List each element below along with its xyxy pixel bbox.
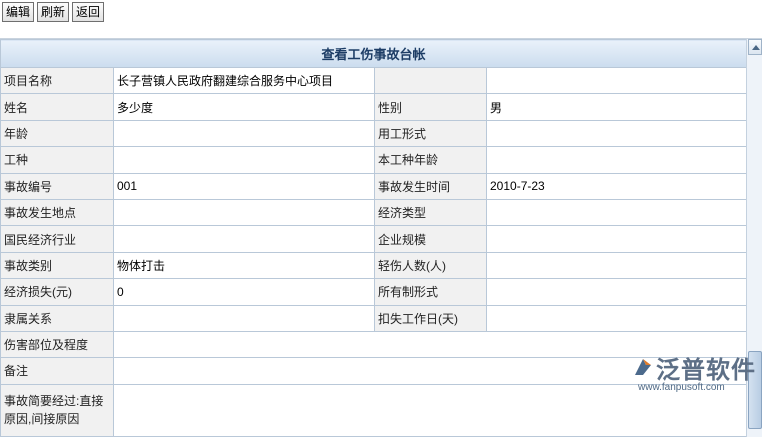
field-value bbox=[485, 146, 748, 174]
field-value bbox=[485, 198, 748, 227]
form-row: 经济损失(元) 0 所有制形式 bbox=[0, 278, 748, 306]
form-row: 隶属关系 扣失工作日(天) bbox=[0, 304, 748, 332]
field-value bbox=[113, 304, 375, 332]
field-value bbox=[485, 119, 748, 148]
field-value bbox=[485, 278, 748, 306]
field-label: 事故类别 bbox=[0, 251, 114, 280]
field-label: 工种 bbox=[0, 146, 114, 174]
field-label: 经济损失(元) bbox=[0, 278, 114, 306]
form-row: 姓名 多少度 性别男 bbox=[0, 93, 748, 121]
field-value: 物体打击 bbox=[113, 251, 375, 280]
scroll-up-arrow-icon[interactable] bbox=[748, 39, 762, 55]
form-row: 年龄 用工形式 bbox=[0, 119, 748, 148]
field-label: 国民经济行业 bbox=[0, 225, 114, 253]
field-label: 所有制形式 bbox=[374, 278, 487, 306]
field-value bbox=[113, 225, 375, 253]
field-label: 事故发生地点 bbox=[0, 198, 114, 227]
field-value: 001 bbox=[113, 172, 375, 200]
form-row: 国民经济行业 企业规模 bbox=[0, 225, 748, 253]
field-value: 长子营镇人民政府翻建综合服务中心项目 bbox=[113, 66, 375, 95]
field-label: 扣失工作日(天) bbox=[374, 304, 487, 332]
form-row: 事故类别 物体打击 轻伤人数(人) bbox=[0, 251, 748, 280]
field-value bbox=[485, 225, 748, 253]
field-label: 经济类型 bbox=[374, 198, 487, 227]
field-label: 性别 bbox=[374, 93, 487, 121]
accident-summary-label: 事故简要经过:直接原因,间接原因 bbox=[0, 383, 114, 437]
field-label: 企业规模 bbox=[374, 225, 487, 253]
logo-mark-icon bbox=[635, 359, 651, 375]
logo-url: www.fanpusoft.com bbox=[638, 382, 725, 393]
field-label: 用工形式 bbox=[374, 119, 487, 148]
field-value: 0 bbox=[113, 278, 375, 306]
field-label: 本工种年龄 bbox=[374, 146, 487, 174]
field-value bbox=[113, 198, 375, 227]
field-value bbox=[485, 304, 748, 332]
field-label: 事故发生时间 bbox=[374, 172, 487, 200]
form-row: 事故编号 001 事故发生时间 2010-7-23 bbox=[0, 172, 748, 200]
form-row: 事故发生地点 经济类型 bbox=[0, 198, 748, 227]
field-label bbox=[374, 66, 487, 95]
edit-button[interactable]: 编辑 bbox=[2, 2, 35, 22]
field-label: 轻伤人数(人) bbox=[374, 251, 487, 280]
field-value: 男 bbox=[485, 93, 748, 121]
field-label: 年龄 bbox=[0, 119, 114, 148]
form-title: 查看工伤事故台帐 bbox=[0, 39, 748, 68]
refresh-button[interactable]: 刷新 bbox=[37, 2, 70, 22]
field-value: 2010-7-23 bbox=[485, 172, 748, 200]
field-value bbox=[113, 146, 375, 174]
field-value bbox=[113, 119, 375, 148]
form-row: 工种 本工种年龄 bbox=[0, 146, 748, 174]
field-label: 项目名称 bbox=[0, 66, 114, 95]
field-label: 姓名 bbox=[0, 93, 114, 121]
injury-extent-label: 伤害部位及程度 bbox=[0, 330, 114, 359]
toolbar: 编辑 刷新 返回 bbox=[0, 0, 762, 26]
back-button[interactable]: 返回 bbox=[72, 2, 105, 22]
field-value: 多少度 bbox=[113, 93, 375, 121]
remark-label: 备注 bbox=[0, 357, 114, 385]
field-value bbox=[485, 251, 748, 280]
field-label: 事故编号 bbox=[0, 172, 114, 200]
field-label: 隶属关系 bbox=[0, 304, 114, 332]
logo-name: 泛普软件 bbox=[656, 357, 756, 384]
fanpu-logo: 泛普软件 www.fanpusoft.com bbox=[628, 350, 756, 436]
form-row: 项目名称 长子营镇人民政府翻建综合服务中心项目 bbox=[0, 66, 748, 95]
field-value bbox=[485, 66, 748, 95]
